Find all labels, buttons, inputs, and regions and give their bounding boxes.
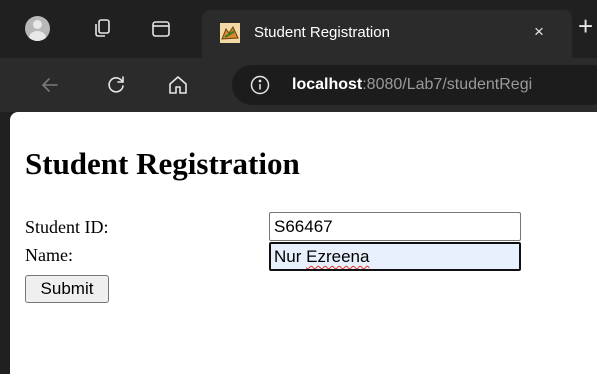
name-value-last: Ezreena — [306, 247, 370, 266]
tab-strip: Student Registration × + — [0, 0, 597, 58]
name-value-first: Nur — [274, 247, 302, 266]
home-icon[interactable] — [163, 70, 193, 100]
workspaces-icon[interactable] — [86, 12, 120, 46]
back-arrow-icon[interactable] — [35, 70, 65, 100]
info-icon[interactable] — [250, 75, 270, 95]
avatar-icon[interactable] — [25, 16, 50, 41]
page-title: Student Registration — [25, 146, 300, 181]
close-icon[interactable]: × — [529, 22, 549, 42]
submit-button[interactable]: Submit — [25, 275, 109, 303]
name-input[interactable]: Nur Ezreena — [269, 242, 521, 271]
page-viewport: Student Registration Student ID: S66467 … — [10, 112, 597, 374]
url-host: localhost — [292, 76, 363, 93]
new-tab-button[interactable]: + — [578, 13, 597, 39]
address-bar[interactable]: localhost:8080/Lab7/studentRegi — [232, 65, 597, 105]
tab-actions-icon[interactable] — [144, 12, 178, 46]
name-label: Name: — [25, 245, 73, 265]
navigation-bar: localhost:8080/Lab7/studentRegi — [0, 58, 597, 112]
tab-student-registration[interactable]: Student Registration × — [202, 10, 572, 58]
url-text: localhost:8080/Lab7/studentRegi — [292, 76, 532, 94]
tab-title: Student Registration — [254, 24, 390, 41]
student-id-label: Student ID: — [25, 217, 109, 237]
reload-icon[interactable] — [101, 70, 131, 100]
tomcat-icon — [220, 23, 240, 43]
url-path: :8080/Lab7/studentRegi — [362, 76, 533, 93]
student-id-input[interactable]: S66467 — [269, 212, 521, 241]
